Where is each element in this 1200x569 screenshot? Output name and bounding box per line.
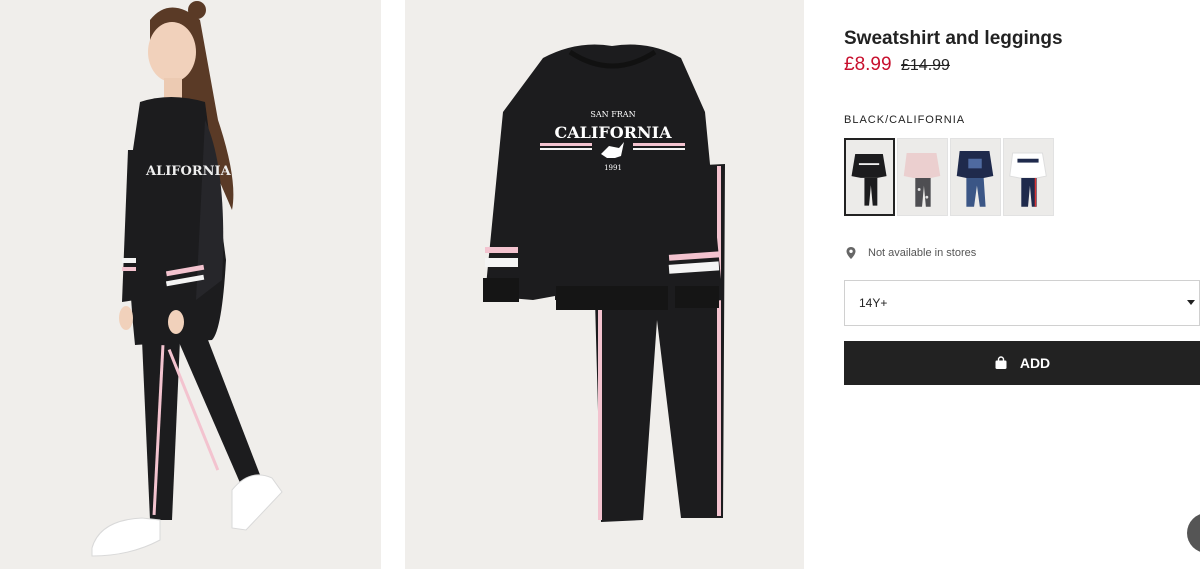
size-value: 14Y+ [859,296,888,310]
color-name: BLACK/CALIFORNIA [844,114,966,126]
availability-text: Not available in stores [868,247,977,259]
store-availability: Not available in stores [844,246,976,260]
add-button-label: ADD [1019,355,1051,371]
swatch-white-navy[interactable] [1003,138,1054,216]
product-info: Sweatshirt and leggings £8.99 £14.99 BLA… [844,0,1200,569]
shopping-bag-icon [995,356,1007,369]
chevron-down-icon [1187,300,1195,305]
model-photo[interactable]: ALIFORNIA [0,0,381,569]
color-swatches [844,138,1054,216]
price-block: £8.99 £14.99 [844,54,950,76]
black-california-outfit-icon [851,153,887,206]
product-photo-illustration: SAN FRAN CALIFORNIA 1991 [405,0,804,569]
swatch-black-california[interactable] [844,138,895,216]
size-select[interactable]: 14Y+ [844,280,1200,326]
white-navy-outfit-icon [1009,152,1047,207]
sale-price: £8.99 [844,54,892,75]
location-pin-icon [846,247,856,259]
svg-text:ALIFORNIA: ALIFORNIA [145,164,232,179]
add-to-bag-button[interactable]: ADD [844,341,1200,385]
swatch-pink-floral[interactable] [897,138,948,216]
print-line-2: CALIFORNIA [555,123,673,142]
print-line-3: 1991 [604,164,622,172]
product-title: Sweatshirt and leggings [844,28,1063,49]
swatch-navy-print[interactable] [950,138,1001,216]
navy-print-outfit-icon [956,151,994,207]
model-photo-illustration: ALIFORNIA [0,0,381,569]
print-line-1: SAN FRAN [590,110,635,119]
pink-floral-outfit-icon [903,152,941,207]
original-price: £14.99 [901,57,950,74]
product-photo[interactable]: SAN FRAN CALIFORNIA 1991 [405,0,804,569]
